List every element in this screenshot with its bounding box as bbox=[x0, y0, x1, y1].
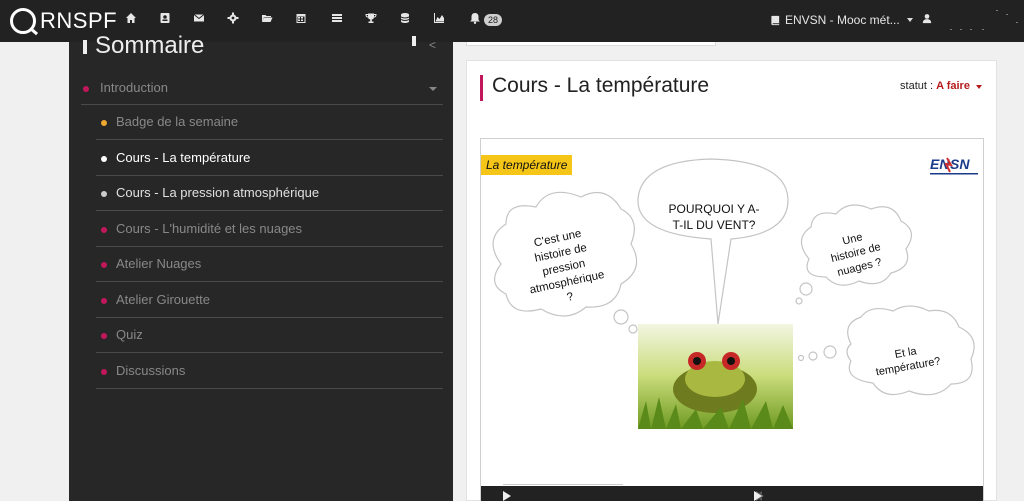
item-status-dot bbox=[101, 262, 107, 268]
item-status-dot bbox=[101, 191, 107, 197]
brand-logo-icon bbox=[10, 8, 36, 34]
sidebar-item[interactable]: Atelier Girouette bbox=[96, 283, 443, 318]
sidebar-item-label: Cours - La température bbox=[116, 149, 251, 165]
home-icon[interactable] bbox=[124, 12, 138, 28]
id-card-icon[interactable] bbox=[158, 12, 172, 28]
blurred-username bbox=[950, 2, 1020, 40]
previous-panel-edge bbox=[466, 42, 716, 46]
trophy-icon[interactable] bbox=[364, 12, 378, 28]
sidebar-item[interactable]: Badge de la semaine bbox=[96, 105, 443, 140]
user-menu[interactable] bbox=[922, 13, 932, 27]
video-slide[interactable]: La température EN SN POURQUOI Y A- T-IL … bbox=[480, 138, 984, 501]
video-controls[interactable] bbox=[481, 486, 983, 501]
status-label: statut : bbox=[900, 80, 934, 92]
sidebar-item-label: Atelier Girouette bbox=[116, 291, 210, 307]
organization-label: ENVSN - Mooc mét... bbox=[785, 13, 900, 27]
section-label: Introduction bbox=[100, 80, 168, 95]
sidebar-item[interactable]: Discussions bbox=[96, 354, 443, 389]
organization-dropdown[interactable]: ENVSN - Mooc mét... bbox=[770, 13, 913, 27]
user-icon bbox=[922, 14, 932, 24]
sidebar-item-label: Quiz bbox=[116, 327, 143, 342]
play-icon[interactable] bbox=[503, 491, 511, 501]
sidebar-item[interactable]: Cours - La température bbox=[96, 141, 443, 176]
book-icon bbox=[771, 15, 780, 25]
title-accent bbox=[480, 75, 483, 101]
list-icon bbox=[83, 39, 87, 54]
frog-photo bbox=[638, 324, 793, 429]
expand-icon[interactable] bbox=[412, 36, 416, 46]
item-status-dot bbox=[101, 226, 107, 233]
center-speech-bubble bbox=[637, 158, 789, 325]
sidebar-item-label: Cours - L'humidité et les nuages bbox=[116, 220, 303, 236]
calendar-icon[interactable] bbox=[294, 12, 308, 28]
brand-name: RNSPF bbox=[40, 8, 118, 33]
item-status-dot bbox=[101, 120, 107, 126]
chevron-down-icon bbox=[976, 85, 982, 89]
chevron-down-icon bbox=[429, 87, 437, 91]
page-title: Cours - La température bbox=[492, 74, 710, 97]
skip-icon[interactable] bbox=[754, 491, 762, 501]
item-status-dot bbox=[101, 155, 107, 162]
caption-line bbox=[503, 484, 623, 485]
sidebar-item-label: Atelier Nuages bbox=[116, 256, 202, 271]
chart-icon[interactable] bbox=[432, 12, 446, 28]
collapse-icon[interactable]: < bbox=[429, 38, 436, 52]
folder-open-icon[interactable] bbox=[260, 12, 274, 28]
sidebar-item[interactable]: Atelier Nuages bbox=[96, 247, 443, 282]
item-status-dot bbox=[101, 368, 107, 375]
brand-logo[interactable]: RNSPF bbox=[10, 7, 117, 35]
status-dropdown[interactable]: statut : A faire bbox=[900, 80, 982, 92]
envelope-icon[interactable] bbox=[192, 12, 206, 28]
bell-icon[interactable] bbox=[468, 12, 482, 28]
sidebar: Sommaire < Introduction Badge de la sema… bbox=[69, 32, 453, 501]
database-icon[interactable] bbox=[398, 12, 412, 28]
list-icon[interactable] bbox=[330, 12, 344, 28]
section-status-dot bbox=[83, 86, 89, 92]
course-panel: Cours - La température statut : A faire … bbox=[466, 60, 997, 501]
bubble-center-text: POURQUOI Y A- T-IL DU VENT? bbox=[668, 202, 760, 232]
sidebar-item-label: Discussions bbox=[116, 362, 186, 378]
sidebar-title: Sommaire bbox=[83, 32, 204, 60]
notifications-badge[interactable]: 28 bbox=[484, 14, 503, 26]
slide-illustration bbox=[492, 158, 975, 429]
sidebar-item-label: Cours - La pression atmosphérique bbox=[116, 185, 320, 200]
item-status-dot bbox=[101, 297, 107, 304]
sidebar-item[interactable]: Cours - La pression atmosphérique bbox=[96, 176, 443, 211]
item-status-dot bbox=[101, 333, 107, 339]
status-value: A faire bbox=[936, 80, 970, 92]
chevron-down-icon bbox=[906, 18, 913, 22]
gear-icon[interactable] bbox=[226, 12, 240, 28]
section-introduction[interactable]: Introduction bbox=[81, 72, 443, 105]
sidebar-item-label: Badge de la semaine bbox=[116, 114, 239, 129]
sidebar-item[interactable]: Quiz bbox=[96, 318, 443, 353]
sidebar-item[interactable]: Cours - L'humidité et les nuages bbox=[96, 212, 443, 247]
